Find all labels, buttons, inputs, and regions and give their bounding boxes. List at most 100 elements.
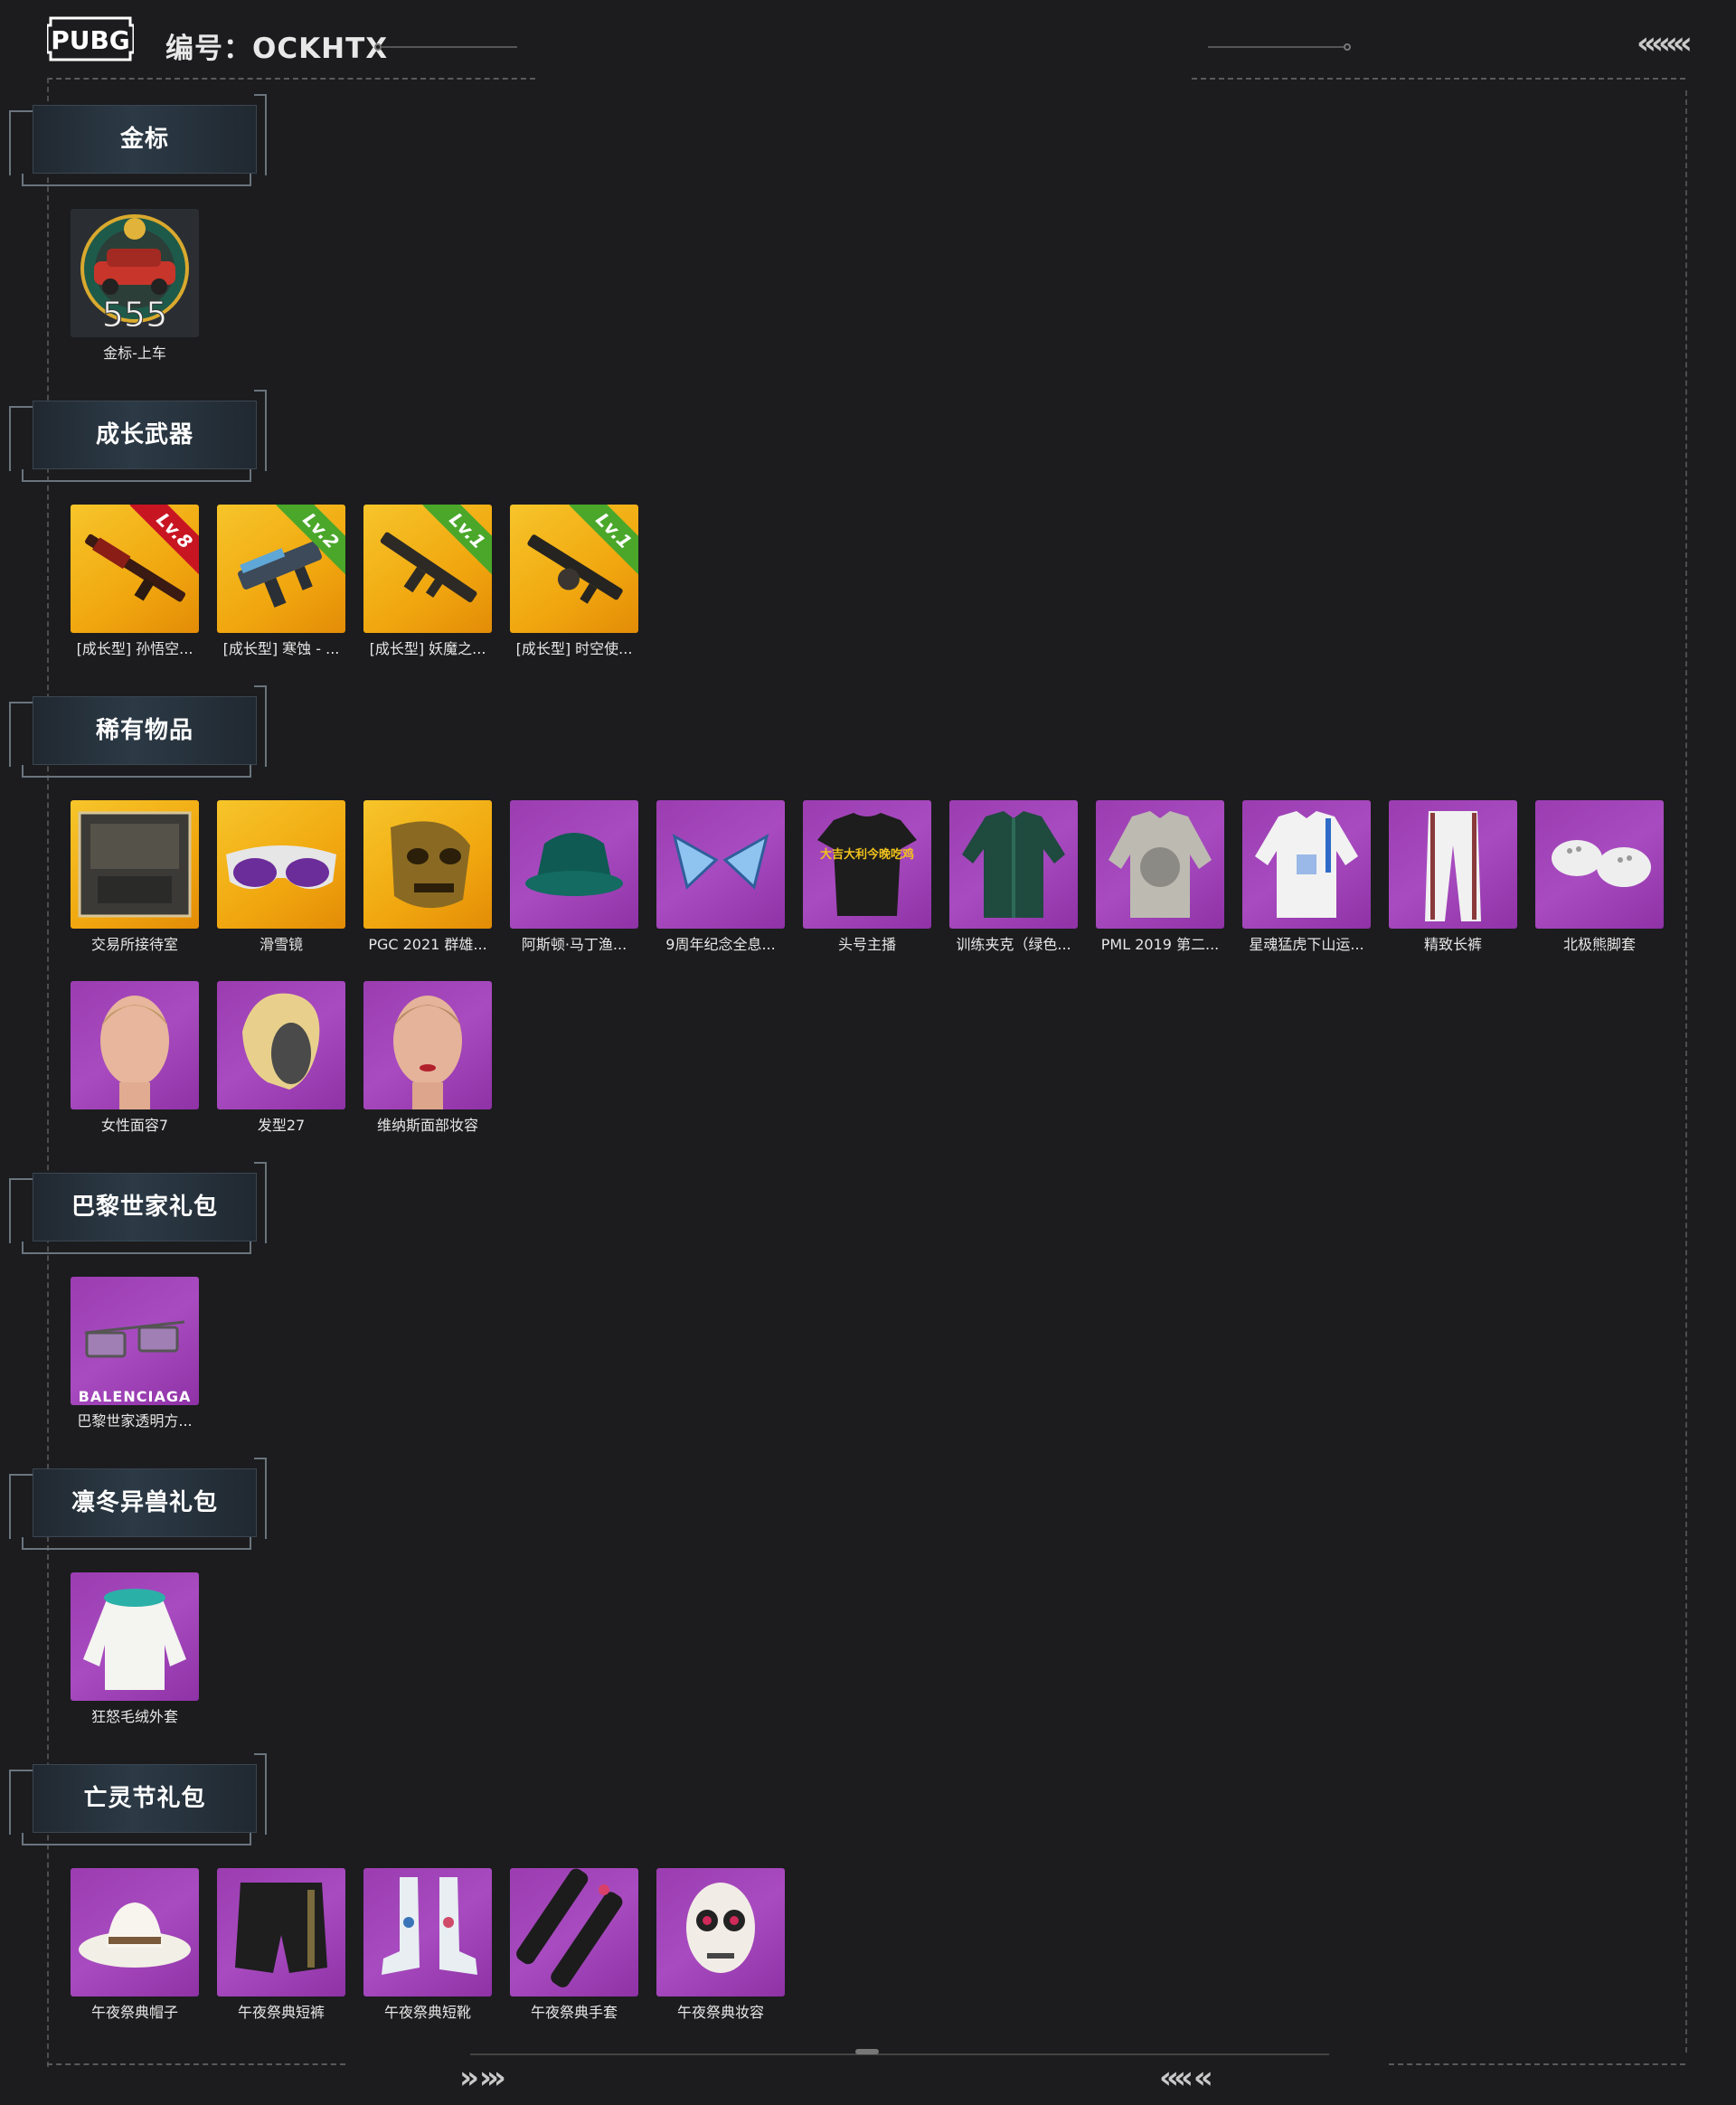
item-name: 巴黎世家透明方... [77, 1412, 193, 1430]
frame-bottom-left [47, 2063, 345, 2065]
item-name: PGC 2021 群雄... [368, 936, 487, 953]
item-name: 午夜祭典短靴 [383, 2004, 471, 2021]
item-card[interactable]: 精致长裤 [1389, 800, 1517, 954]
section-banner-day-of-dead-pack: 亡灵节礼包 [9, 1753, 267, 1845]
section-title: 成长武器 [95, 421, 193, 448]
item-name: 维纳斯面部妆容 [376, 1117, 478, 1134]
item-card[interactable]: Lv.1 [成长型] 时空使... [510, 505, 638, 658]
item-thumbnail [656, 1868, 785, 1996]
item-name: 北极熊脚套 [1562, 936, 1636, 953]
header-line-right [1208, 46, 1344, 48]
item-thumbnail: 555 [71, 209, 199, 337]
section-title: 亡灵节礼包 [83, 1785, 206, 1812]
chevrons-left-icon: «««‹ [1637, 25, 1693, 61]
item-name: 滑雪镜 [259, 936, 303, 953]
item-name: [成长型] 时空使... [515, 640, 633, 657]
item-name: 星魂猛虎下山运... [1249, 936, 1364, 953]
section-banner-rare-items: 稀有物品 [9, 685, 267, 778]
item-card[interactable]: Lv.1 [成长型] 妖魔之... [363, 505, 492, 658]
item-card[interactable]: 9周年纪念全息... [656, 800, 785, 954]
item-thumbnail [1389, 800, 1517, 929]
item-card[interactable]: BALENCIAGA 巴黎世家透明方... [71, 1277, 199, 1430]
item-thumbnail: 大吉大利今晚吃鸡 [803, 800, 931, 929]
frame-bottom-center-line [470, 2053, 1329, 2055]
item-thumbnail [71, 981, 199, 1109]
item-card[interactable]: 大吉大利今晚吃鸡 头号主播 [803, 800, 931, 954]
item-card[interactable]: 交易所接待室 [71, 800, 199, 954]
item-name: 女性面容7 [100, 1117, 169, 1134]
item-name: 午夜祭典手套 [530, 2004, 618, 2021]
brand-text: BALENCIAGA [79, 1388, 192, 1405]
item-card[interactable]: 星魂猛虎下山运... [1242, 800, 1371, 954]
item-thumbnail [510, 1868, 638, 1996]
section-banner-balenciaga-pack: 巴黎世家礼包 [9, 1162, 267, 1254]
section-banner-growth-weapons: 成长武器 [9, 390, 267, 482]
item-card[interactable]: 狂怒毛绒外套 [71, 1572, 199, 1726]
item-name: 午夜祭典帽子 [90, 2004, 178, 2021]
item-thumbnail: Lv.1 [510, 505, 638, 633]
item-card[interactable]: Lv.2 [成长型] 寒蚀 - ... [217, 505, 345, 658]
chevrons-left-icon: ‹‹‹‹ ‹‹ [1159, 2060, 1213, 2096]
section-banner-winter-beast-pack: 凛冬异兽礼包 [9, 1458, 267, 1550]
item-thumbnail [71, 1572, 199, 1701]
item-thumbnail: BALENCIAGA [71, 1277, 199, 1405]
item-name: [成长型] 寒蚀 - ... [222, 640, 340, 657]
item-card[interactable]: Lv.8 [成长型] 孙悟空... [71, 505, 199, 658]
pubg-logo-icon: PUBG [45, 16, 136, 61]
item-card[interactable]: 午夜祭典短裤 [217, 1868, 345, 2022]
item-thumbnail: Lv.2 [217, 505, 345, 633]
item-card[interactable]: 午夜祭典短靴 [363, 1868, 492, 2022]
item-thumbnail [1242, 800, 1371, 929]
item-thumbnail [363, 1868, 492, 1996]
item-card[interactable]: 阿斯顿·马丁渔... [510, 800, 638, 954]
item-name: 发型27 [257, 1117, 306, 1134]
frame-right [1685, 90, 1687, 2053]
item-name: [成长型] 孙悟空... [76, 640, 193, 657]
item-name: PML 2019 第二... [1100, 936, 1220, 953]
item-thumbnail [217, 981, 345, 1109]
item-card[interactable]: 女性面容7 [71, 981, 199, 1135]
item-card[interactable]: 北极熊脚套 [1535, 800, 1664, 954]
item-name: 金标-上车 [103, 345, 166, 362]
header-line-dot-right [1344, 43, 1351, 51]
item-thumbnail [656, 800, 785, 929]
item-thumbnail: Lv.1 [363, 505, 492, 633]
item-card[interactable]: 午夜祭典妆容 [656, 1868, 785, 2022]
item-name: 狂怒毛绒外套 [90, 1708, 178, 1725]
section-title: 金标 [119, 126, 169, 153]
item-thumbnail [1096, 800, 1224, 929]
section-banner-gold-badge: 金标 [9, 94, 267, 186]
item-thumbnail [217, 1868, 345, 1996]
item-card[interactable]: PGC 2021 群雄... [363, 800, 492, 954]
logo-text: PUBG [51, 25, 130, 55]
item-name: 9周年纪念全息... [665, 936, 776, 953]
item-card[interactable]: 午夜祭典帽子 [71, 1868, 199, 2022]
item-name: [成长型] 妖魔之... [369, 640, 486, 657]
section-title: 巴黎世家礼包 [71, 1194, 218, 1221]
item-thumbnail [363, 981, 492, 1109]
item-thumbnail [363, 800, 492, 929]
badge-number: 555 [102, 295, 168, 335]
frame-top-left [47, 78, 535, 80]
item-card[interactable]: 发型27 [217, 981, 345, 1135]
header-line-left [382, 46, 517, 48]
item-thumbnail: Lv.8 [71, 505, 199, 633]
item-card[interactable]: 午夜祭典手套 [510, 1868, 638, 2022]
item-card[interactable]: PML 2019 第二... [1096, 800, 1224, 954]
item-card[interactable]: 维纳斯面部妆容 [363, 981, 492, 1135]
item-card[interactable]: 训练夹克（绿色... [949, 800, 1078, 954]
item-name: 交易所接待室 [90, 936, 178, 953]
item-card[interactable]: 滑雪镜 [217, 800, 345, 954]
item-thumbnail [510, 800, 638, 929]
frame-top-right [1192, 78, 1685, 80]
shirt-print-text: 大吉大利今晚吃鸡 [820, 847, 914, 862]
item-thumbnail [71, 1868, 199, 1996]
item-card[interactable]: 555 金标-上车 [71, 209, 199, 363]
item-name: 精致长裤 [1423, 936, 1482, 953]
item-name: 训练夹克（绿色... [956, 936, 1071, 953]
account-code: 编号：OCKHTX [165, 33, 389, 65]
frame-bottom-right [1389, 2063, 1685, 2065]
scroll-indicator [855, 2049, 879, 2054]
section-title: 凛冬异兽礼包 [71, 1489, 218, 1516]
item-thumbnail [1535, 800, 1664, 929]
